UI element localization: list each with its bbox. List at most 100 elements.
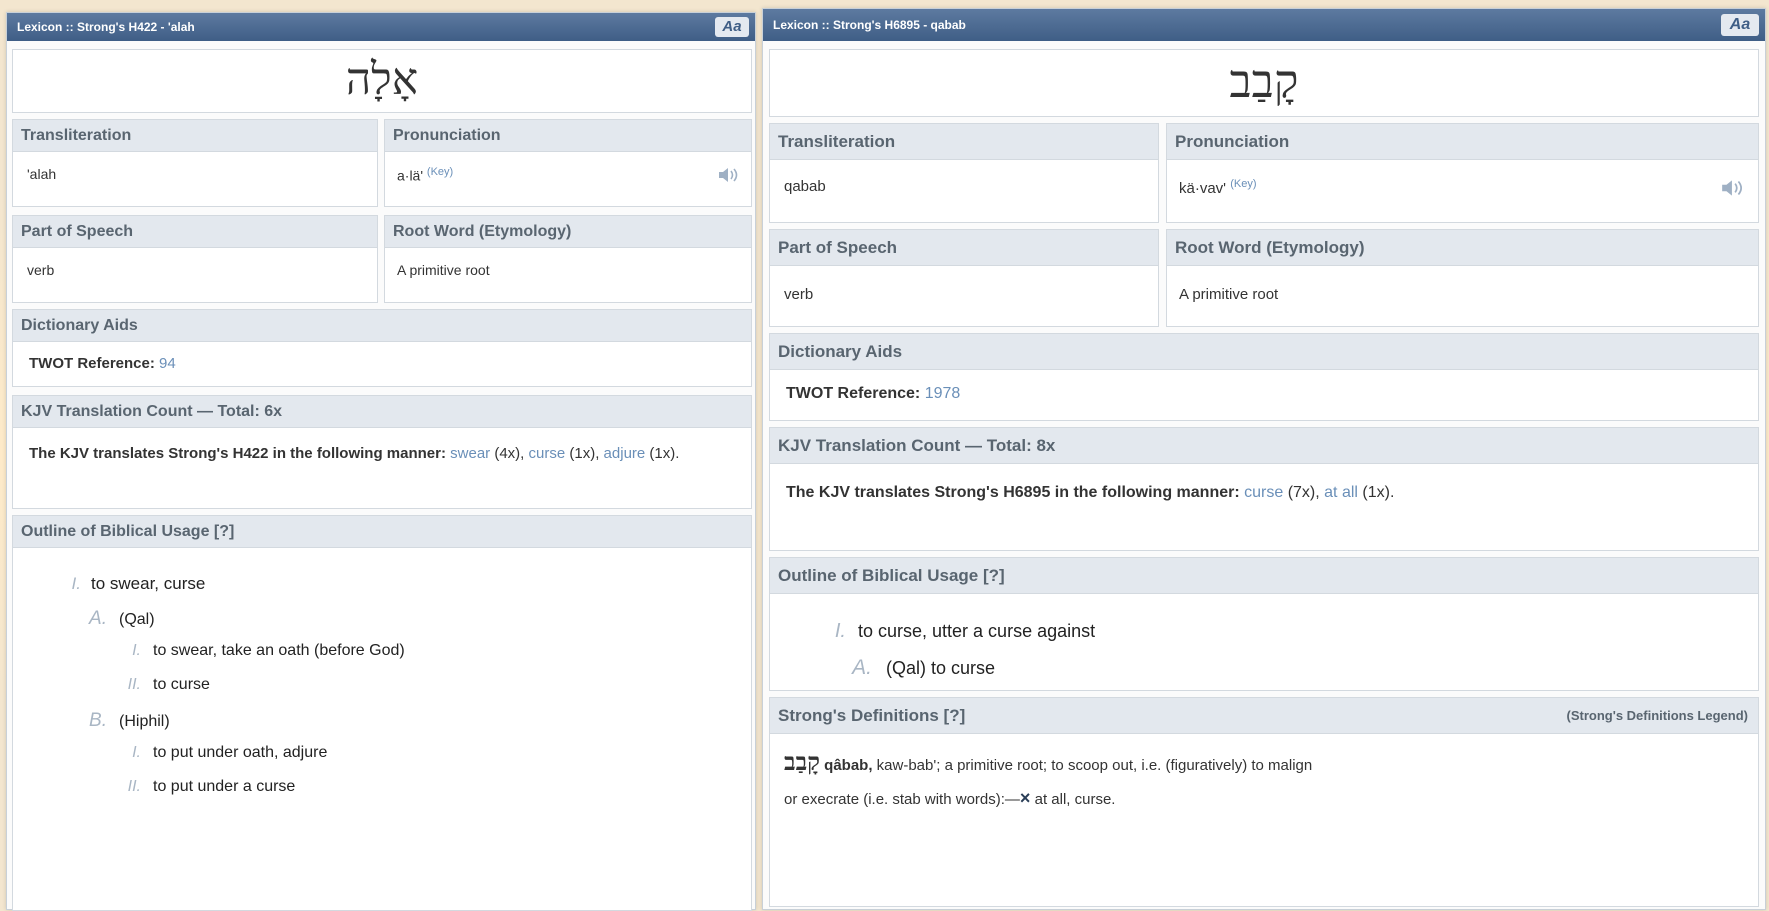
root-word-label: Root Word (Etymology): [385, 216, 751, 248]
part-of-speech-value: verb: [784, 286, 814, 303]
panel-title-bar: Lexicon :: Strong's H6895 - qabab Aa: [763, 9, 1765, 41]
outline-num: II.: [127, 778, 141, 795]
outline-text: to swear, curse: [91, 574, 206, 593]
kjv-translation-text: The KJV translates Strong's H6895 in the…: [786, 478, 1728, 508]
dictionary-aids-box: Dictionary Aids TWOT Reference: 1978: [769, 333, 1759, 421]
speaker-icon[interactable]: [1720, 178, 1746, 203]
kjv-intro: The KJV translates Strong's H422 in the …: [29, 445, 446, 462]
strongs-definitions-label: Strong's Definitions [?] (Strong's Defin…: [770, 698, 1758, 734]
kjv-intro: The KJV translates Strong's H6895 in the…: [786, 484, 1240, 501]
outline-num: I.: [834, 620, 846, 642]
dictionary-aids-box: Dictionary Aids TWOT Reference: 94: [12, 309, 752, 387]
pronunciation-label: Pronunciation: [385, 120, 751, 152]
twot-value-link[interactable]: 1978: [925, 385, 961, 402]
twot-label: TWOT Reference:: [786, 385, 921, 402]
kjv-count-curse: (1x),: [565, 445, 600, 462]
kjv-translation-text: The KJV translates Strong's H422 in the …: [29, 440, 741, 468]
outline-usage-label[interactable]: Outline of Biblical Usage [?]: [770, 558, 1758, 594]
outline-text: to swear, take an oath (before God): [153, 642, 405, 659]
transliteration-box: Transliteration qabab: [769, 123, 1159, 223]
strongs-definition-text: קָבַב qâbab, kaw-bab'; a primitive root;…: [784, 746, 1742, 816]
transliteration-box: Transliteration 'alah: [12, 119, 378, 207]
strongs-word: qâbab,: [824, 757, 873, 774]
root-word-value: A primitive root: [1179, 286, 1279, 303]
outline-text: to curse: [153, 676, 210, 693]
font-size-button[interactable]: Aa: [715, 17, 749, 37]
root-word-box: Root Word (Etymology) A primitive root: [384, 215, 752, 303]
pronunciation-value: a·lä': [397, 167, 424, 184]
outline-usage-box: Outline of Biblical Usage [?] I. to curse…: [769, 557, 1759, 691]
outline-usage-label[interactable]: Outline of Biblical Usage [?]: [13, 516, 751, 548]
root-word-label: Root Word (Etymology): [1167, 230, 1758, 266]
transliteration-value: 'alah: [27, 166, 57, 182]
outline-item: I. to swear, take an oath (before God): [121, 642, 405, 660]
kjv-link-at-all[interactable]: at all: [1324, 484, 1358, 501]
pronunciation-key-link[interactable]: (Key): [427, 166, 453, 178]
dictionary-aids-label: Dictionary Aids: [13, 310, 751, 342]
kjv-count-adjure: (1x).: [645, 445, 680, 462]
outline-item: I. to put under oath, adjure: [121, 744, 327, 762]
outline-num: I.: [132, 744, 141, 761]
strongs-def-part2: or execrate (i.e. stab with words):—: [784, 791, 1020, 808]
panel-title: Lexicon :: Strong's H422 - 'alah: [17, 20, 195, 34]
outline-num: I.: [132, 642, 141, 659]
kjv-link-curse[interactable]: curse: [1244, 484, 1283, 501]
outline-item: A. (Qal) to curse: [850, 656, 995, 680]
transliteration-label: Transliteration: [13, 120, 377, 152]
outline-usage-box: Outline of Biblical Usage [?] I. to swear…: [12, 515, 752, 911]
outline-text: (Qal): [119, 611, 155, 628]
outline-text: to put under a curse: [153, 778, 296, 795]
kjv-count-at-all: (1x).: [1357, 484, 1395, 501]
font-size-button[interactable]: Aa: [1721, 14, 1759, 36]
speaker-icon[interactable]: [717, 166, 741, 189]
pronunciation-label: Pronunciation: [1167, 124, 1758, 160]
twot-value-link[interactable]: 94: [159, 355, 176, 372]
outline-text: to curse, utter a curse against: [858, 621, 1096, 641]
outline-text: (Hiphil): [119, 713, 170, 730]
part-of-speech-box: Part of Speech verb: [769, 229, 1159, 327]
outline-item: I. to curse, utter a curse against: [828, 620, 1095, 643]
outline-num: II.: [127, 676, 141, 693]
part-of-speech-box: Part of Speech verb: [12, 215, 378, 303]
part-of-speech-value: verb: [27, 262, 55, 278]
strongs-legend-link[interactable]: (Strong's Definitions Legend): [1567, 708, 1748, 723]
kjv-count-label: KJV Translation Count — Total: 8x: [770, 428, 1758, 464]
part-of-speech-label: Part of Speech: [13, 216, 377, 248]
hebrew-word-box: קָבַב: [769, 49, 1759, 117]
outline-num: I.: [71, 574, 81, 593]
strongs-hebrew: קָבַב: [784, 747, 820, 776]
kjv-link-swear[interactable]: swear: [450, 445, 490, 462]
strongs-definitions-box: Strong's Definitions [?] (Strong's Defin…: [769, 697, 1759, 907]
outline-num: A.: [852, 656, 872, 679]
lexicon-panel-h6895: Lexicon :: Strong's H6895 - qabab Aa קָב…: [762, 8, 1766, 910]
outline-num: A.: [89, 608, 107, 629]
outline-item: A. (Qal): [87, 608, 155, 630]
kjv-count-label: KJV Translation Count — Total: 6x: [13, 396, 751, 428]
part-of-speech-label: Part of Speech: [770, 230, 1158, 266]
kjv-count-box: KJV Translation Count — Total: 6x The KJ…: [12, 395, 752, 509]
outline-num: B.: [89, 710, 107, 731]
lexicon-panel-h422: Lexicon :: Strong's H422 - 'alah Aa אָלָ…: [6, 12, 756, 911]
kjv-link-curse[interactable]: curse: [529, 445, 566, 462]
outline-item: II. to curse: [121, 676, 210, 694]
panel-title-bar: Lexicon :: Strong's H422 - 'alah Aa: [7, 13, 755, 41]
strongs-x-icon: ×: [1019, 788, 1031, 808]
kjv-count-swear: (4x),: [490, 445, 525, 462]
kjv-link-adjure[interactable]: adjure: [604, 445, 646, 462]
strongs-definitions-title[interactable]: Strong's Definitions [?]: [778, 706, 965, 726]
root-word-value: A primitive root: [397, 262, 490, 278]
outline-text: to put under oath, adjure: [153, 744, 328, 761]
dictionary-aids-label: Dictionary Aids: [770, 334, 1758, 370]
strongs-def-part1: kaw-bab'; a primitive root; to scoop out…: [872, 757, 1313, 774]
outline-item: I. to swear, curse: [63, 574, 206, 594]
hebrew-word: קָבַב: [1229, 54, 1299, 108]
transliteration-value: qabab: [784, 178, 826, 195]
pronunciation-key-link[interactable]: (Key): [1230, 178, 1256, 190]
kjv-count-curse: (7x),: [1283, 484, 1320, 501]
panel-title: Lexicon :: Strong's H6895 - qabab: [773, 18, 966, 32]
hebrew-word: אָלָה: [345, 54, 419, 105]
pronunciation-box: Pronunciation a·lä' (Key): [384, 119, 752, 207]
hebrew-word-box: אָלָה: [12, 49, 752, 113]
outline-item: B. (Hiphil): [87, 710, 170, 732]
outline-item: II. to put under a curse: [121, 778, 296, 796]
